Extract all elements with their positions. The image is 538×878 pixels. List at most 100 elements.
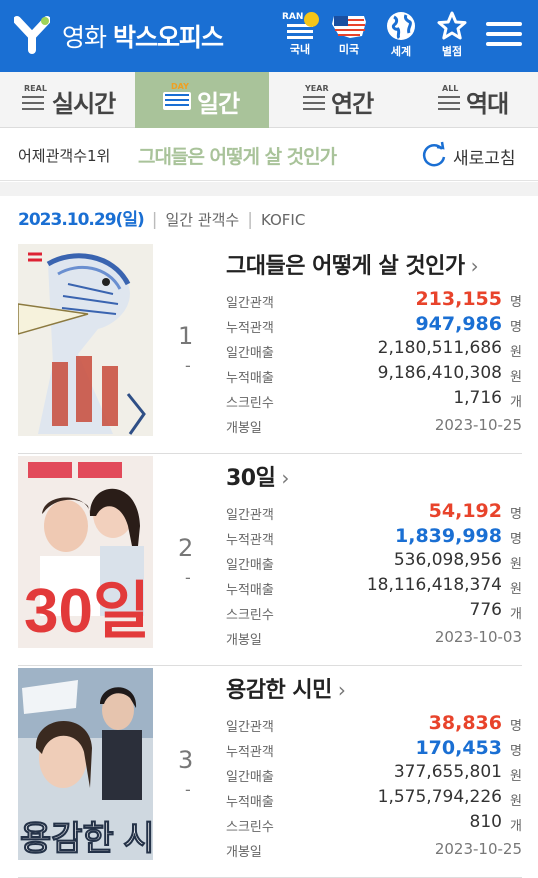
stat-value: 9,186,410,308 [377, 363, 502, 383]
tab-alltime[interactable]: ALL 역대 [418, 72, 538, 128]
stat-unit: 원 [510, 769, 522, 784]
globe-icon [387, 12, 415, 40]
stat-label: 개봉일 [226, 633, 262, 648]
stat-unit: 원 [510, 370, 522, 385]
stat-total-sales: 누적매출 18,116,418,374 원 [226, 575, 522, 599]
tab-daily-label: 일간 [197, 90, 240, 118]
movie-card[interactable]: 1 - 그대들은 어떻게 살 것인가 › 일간관객 213,155 명 누적관객 … [18, 244, 522, 454]
chevron-right-icon: › [281, 466, 289, 490]
stat-label: 일간관객 [226, 720, 274, 735]
stat-label: 개봉일 [226, 421, 262, 436]
movie-title-text: 그대들은 어떻게 살 것인가 [226, 254, 465, 279]
stat-label: 누적매출 [226, 371, 274, 386]
stat-unit: 원 [510, 794, 522, 809]
nav-domestic-label: 국내 [289, 43, 311, 56]
brand-bold: 박스오피스 [112, 23, 224, 52]
refresh-label: 새로고침 [453, 149, 516, 169]
brand-title[interactable]: 영화 박스오피스 [62, 18, 224, 54]
stat-unit: 명 [510, 320, 522, 335]
tab-yearly-label: 연간 [331, 90, 374, 118]
tab-daily-sup: DAY [171, 82, 189, 91]
chevron-right-icon: › [470, 254, 479, 278]
stat-value: 2023-10-25 [434, 840, 522, 858]
hamburger-menu-icon[interactable] [486, 22, 522, 50]
stat-value: 2023-10-03 [434, 628, 522, 646]
date-value[interactable]: 2023.10.29(일) [18, 210, 145, 230]
star-icon [437, 11, 467, 40]
rank-number: 3 [178, 746, 194, 774]
stat-unit: 개 [510, 607, 522, 622]
nav-domestic[interactable]: RAN 국내 [280, 8, 320, 64]
metric-label: 일간 관객수 [165, 211, 240, 229]
tab-yearly[interactable]: YEAR 연간 [285, 72, 419, 128]
movie-title[interactable]: 30일 › [226, 460, 289, 492]
nav-usa[interactable]: 미국 [329, 8, 369, 64]
nav-ratings[interactable]: 별점 [432, 8, 472, 64]
stat-value: 213,155 [415, 288, 502, 310]
stat-total-sales: 누적매출 9,186,410,308 원 [226, 363, 522, 387]
movie-title[interactable]: 용감한 시민 › [226, 672, 346, 704]
stat-release-date: 개봉일 2023-10-25 [226, 837, 522, 861]
stat-daily-sales: 일간매출 2,180,511,686 원 [226, 338, 522, 362]
stat-label: 누적관객 [226, 745, 274, 760]
stat-label: 스크린수 [226, 820, 274, 835]
stat-value: 536,098,956 [393, 550, 502, 570]
rank-number: 1 [178, 322, 194, 350]
tab-yearly-list-icon [303, 96, 325, 110]
tab-realtime[interactable]: REAL 실시간 [0, 72, 134, 128]
stat-value: 2,180,511,686 [377, 338, 502, 358]
movie-poster[interactable] [18, 244, 153, 436]
svg-text:30일: 30일 [24, 577, 150, 646]
movie-poster[interactable]: 용감한 시민 [18, 668, 153, 860]
tab-realtime-list-icon [22, 96, 44, 110]
stat-label: 일간매출 [226, 770, 274, 785]
tab-daily[interactable]: DAY 일간 [135, 72, 269, 128]
stat-total-sales: 누적매출 1,575,794,226 원 [226, 787, 522, 811]
stat-daily-audience: 일간관객 38,836 명 [226, 712, 522, 736]
stat-daily-audience: 일간관객 213,155 명 [226, 288, 522, 312]
stat-unit: 명 [510, 744, 522, 759]
movie-card[interactable]: 30일 2 - 30일 › 일간관객 54,192 명 누적관객 1,839,99… [18, 456, 522, 666]
tab-yearly-sup: YEAR [305, 84, 329, 93]
stat-screens: 스크린수 1,716 개 [226, 388, 522, 412]
tab-daily-list-icon [163, 92, 191, 110]
nav-world-label: 세계 [390, 45, 412, 58]
svg-text:용감한 시민: 용감한 시민 [20, 820, 153, 858]
stat-label: 일간관객 [226, 296, 274, 311]
stat-unit: 명 [510, 507, 522, 522]
stat-label: 일간매출 [226, 558, 274, 573]
stat-unit: 명 [510, 295, 522, 310]
yesterday-top-title[interactable]: 그대들은 어떻게 살 것인가 [138, 142, 337, 169]
stat-label: 누적매출 [226, 583, 274, 598]
stat-value: 776 [469, 600, 502, 620]
stat-screens: 스크린수 810 개 [226, 812, 522, 836]
stat-daily-audience: 일간관객 54,192 명 [226, 500, 522, 524]
stat-screens: 스크린수 776 개 [226, 600, 522, 624]
stat-value: 38,836 [428, 712, 502, 734]
refresh-button[interactable]: 새로고침 [420, 141, 528, 169]
stat-label: 일간매출 [226, 346, 274, 361]
movie-title-text: 30일 [226, 466, 276, 491]
refresh-icon [422, 141, 446, 167]
stat-label: 누적관객 [226, 321, 274, 336]
chevron-right-icon: › [337, 678, 346, 702]
tab-realtime-sup: REAL [24, 84, 47, 93]
stat-label: 누적매출 [226, 795, 274, 810]
rank-change: - [185, 780, 191, 799]
stat-unit: 원 [510, 345, 522, 360]
movie-card[interactable]: 용감한 시민 3 - 용감한 시민› 일간관객 38,836 명 누적관객 17… [18, 668, 522, 878]
stat-label: 스크린수 [226, 608, 274, 623]
stat-value: 2023-10-25 [434, 416, 522, 434]
movie-poster[interactable]: 30일 [18, 456, 153, 648]
movie-title[interactable]: 그대들은 어떻게 살 것인가 › [226, 248, 479, 280]
stat-unit: 개 [510, 395, 522, 410]
tab-realtime-label: 실시간 [52, 90, 116, 118]
nav-world[interactable]: 세계 [381, 8, 421, 64]
stat-release-date: 개봉일 2023-10-03 [226, 625, 522, 649]
stat-total-audience: 누적관객 947,986 명 [226, 313, 522, 337]
movie-title-text: 용감한 시민 [226, 678, 332, 703]
stat-total-audience: 누적관객 170,453 명 [226, 737, 522, 761]
app-logo-icon[interactable] [14, 16, 50, 54]
stat-unit: 명 [510, 719, 522, 734]
stat-value: 810 [469, 812, 502, 832]
